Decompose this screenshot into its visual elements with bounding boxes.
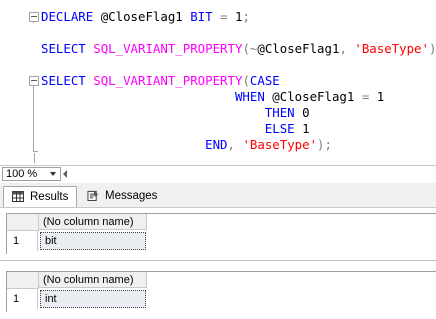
code-token: , (227, 137, 243, 152)
code-line[interactable]: SELECT SQL_VARIANT_PROPERTY(~@CloseFlag1… (41, 41, 436, 57)
code-line[interactable]: DECLARE @CloseFlag1 BIT = 1; (41, 9, 250, 25)
code-token: ); (317, 137, 332, 152)
code-token: END (205, 137, 228, 152)
grid-corner[interactable] (7, 272, 39, 289)
grid-corner[interactable] (7, 214, 39, 231)
tab-messages[interactable]: Messages (79, 186, 159, 207)
grid-splitter[interactable] (0, 260, 436, 261)
editor-status-bar: 100 % (0, 165, 436, 183)
code-line[interactable]: WHEN @CloseFlag1 = 1 (41, 89, 384, 105)
row-number[interactable]: 1 (7, 231, 38, 251)
scroll-left-arrow-icon[interactable] (63, 170, 67, 178)
code-token: ); (428, 41, 436, 56)
code-token: @CloseFlag1 (100, 9, 183, 24)
code-token: = (220, 9, 228, 24)
code-token: DECLARE (41, 9, 94, 24)
grid-icon (12, 191, 24, 202)
code-line[interactable]: SELECT SQL_VARIANT_PROPERTY(CASE (41, 73, 280, 89)
code-token: 'BaseType' (354, 41, 429, 56)
results-tab-bar: Results Messages (0, 183, 436, 208)
tab-results[interactable]: Results (3, 186, 77, 207)
grid-cell[interactable]: int (40, 290, 146, 308)
code-token: SQL_VARIANT_PROPERTY (93, 41, 243, 56)
row-number[interactable]: 1 (7, 289, 38, 309)
outline-continuation (34, 153, 35, 163)
code-token: CASE (249, 73, 280, 88)
code-token: 1 (302, 121, 310, 136)
code-token: ( (242, 41, 250, 56)
outline-guide-1 (33, 21, 34, 23)
code-line[interactable]: THEN 0 (41, 105, 310, 121)
query-editor[interactable]: DECLARE @CloseFlag1 BIT = 1; SELECT SQL_V… (0, 0, 436, 165)
code-token: SELECT (41, 41, 86, 56)
chevron-down-icon (50, 172, 56, 176)
result-grid-1[interactable]: (No column name) 1 bit (6, 213, 436, 254)
collapse-region-2-icon[interactable] (29, 76, 39, 86)
column-header[interactable]: (No column name) (39, 214, 147, 230)
editor-margin (0, 0, 24, 165)
code-token: THEN (264, 105, 295, 120)
code-token: 0 (302, 105, 310, 120)
grid-cell[interactable]: bit (40, 232, 146, 250)
code-token: SQL_VARIANT_PROPERTY (93, 73, 243, 88)
outline-guide-2 (33, 85, 34, 151)
code-token: SELECT (41, 73, 86, 88)
outline-end-tick (33, 151, 38, 152)
code-line[interactable]: END, 'BaseType'); (41, 137, 332, 153)
code-token: , (339, 41, 355, 56)
collapse-region-1-icon[interactable] (29, 12, 39, 22)
zoom-dropdown[interactable]: 100 % (2, 167, 61, 181)
code-token: ; (242, 9, 250, 24)
code-token: 1 (376, 89, 385, 104)
code-token: BIT (190, 9, 213, 24)
code-token: @CloseFlag1 (272, 89, 355, 104)
code-token: WHEN (234, 89, 265, 104)
code-token: 'BaseType' (242, 137, 318, 152)
code-token: ELSE (264, 121, 295, 136)
tab-results-label: Results (30, 191, 69, 203)
tab-messages-label: Messages (105, 190, 158, 202)
code-token: ( (242, 73, 250, 88)
result-grid-2[interactable]: (No column name) 1 int (6, 271, 436, 312)
messages-icon (87, 190, 99, 201)
code-token: @CloseFlag1 (257, 41, 340, 56)
code-line[interactable]: ELSE 1 (41, 121, 310, 137)
column-header[interactable]: (No column name) (39, 272, 147, 288)
zoom-value: 100 % (6, 168, 38, 180)
